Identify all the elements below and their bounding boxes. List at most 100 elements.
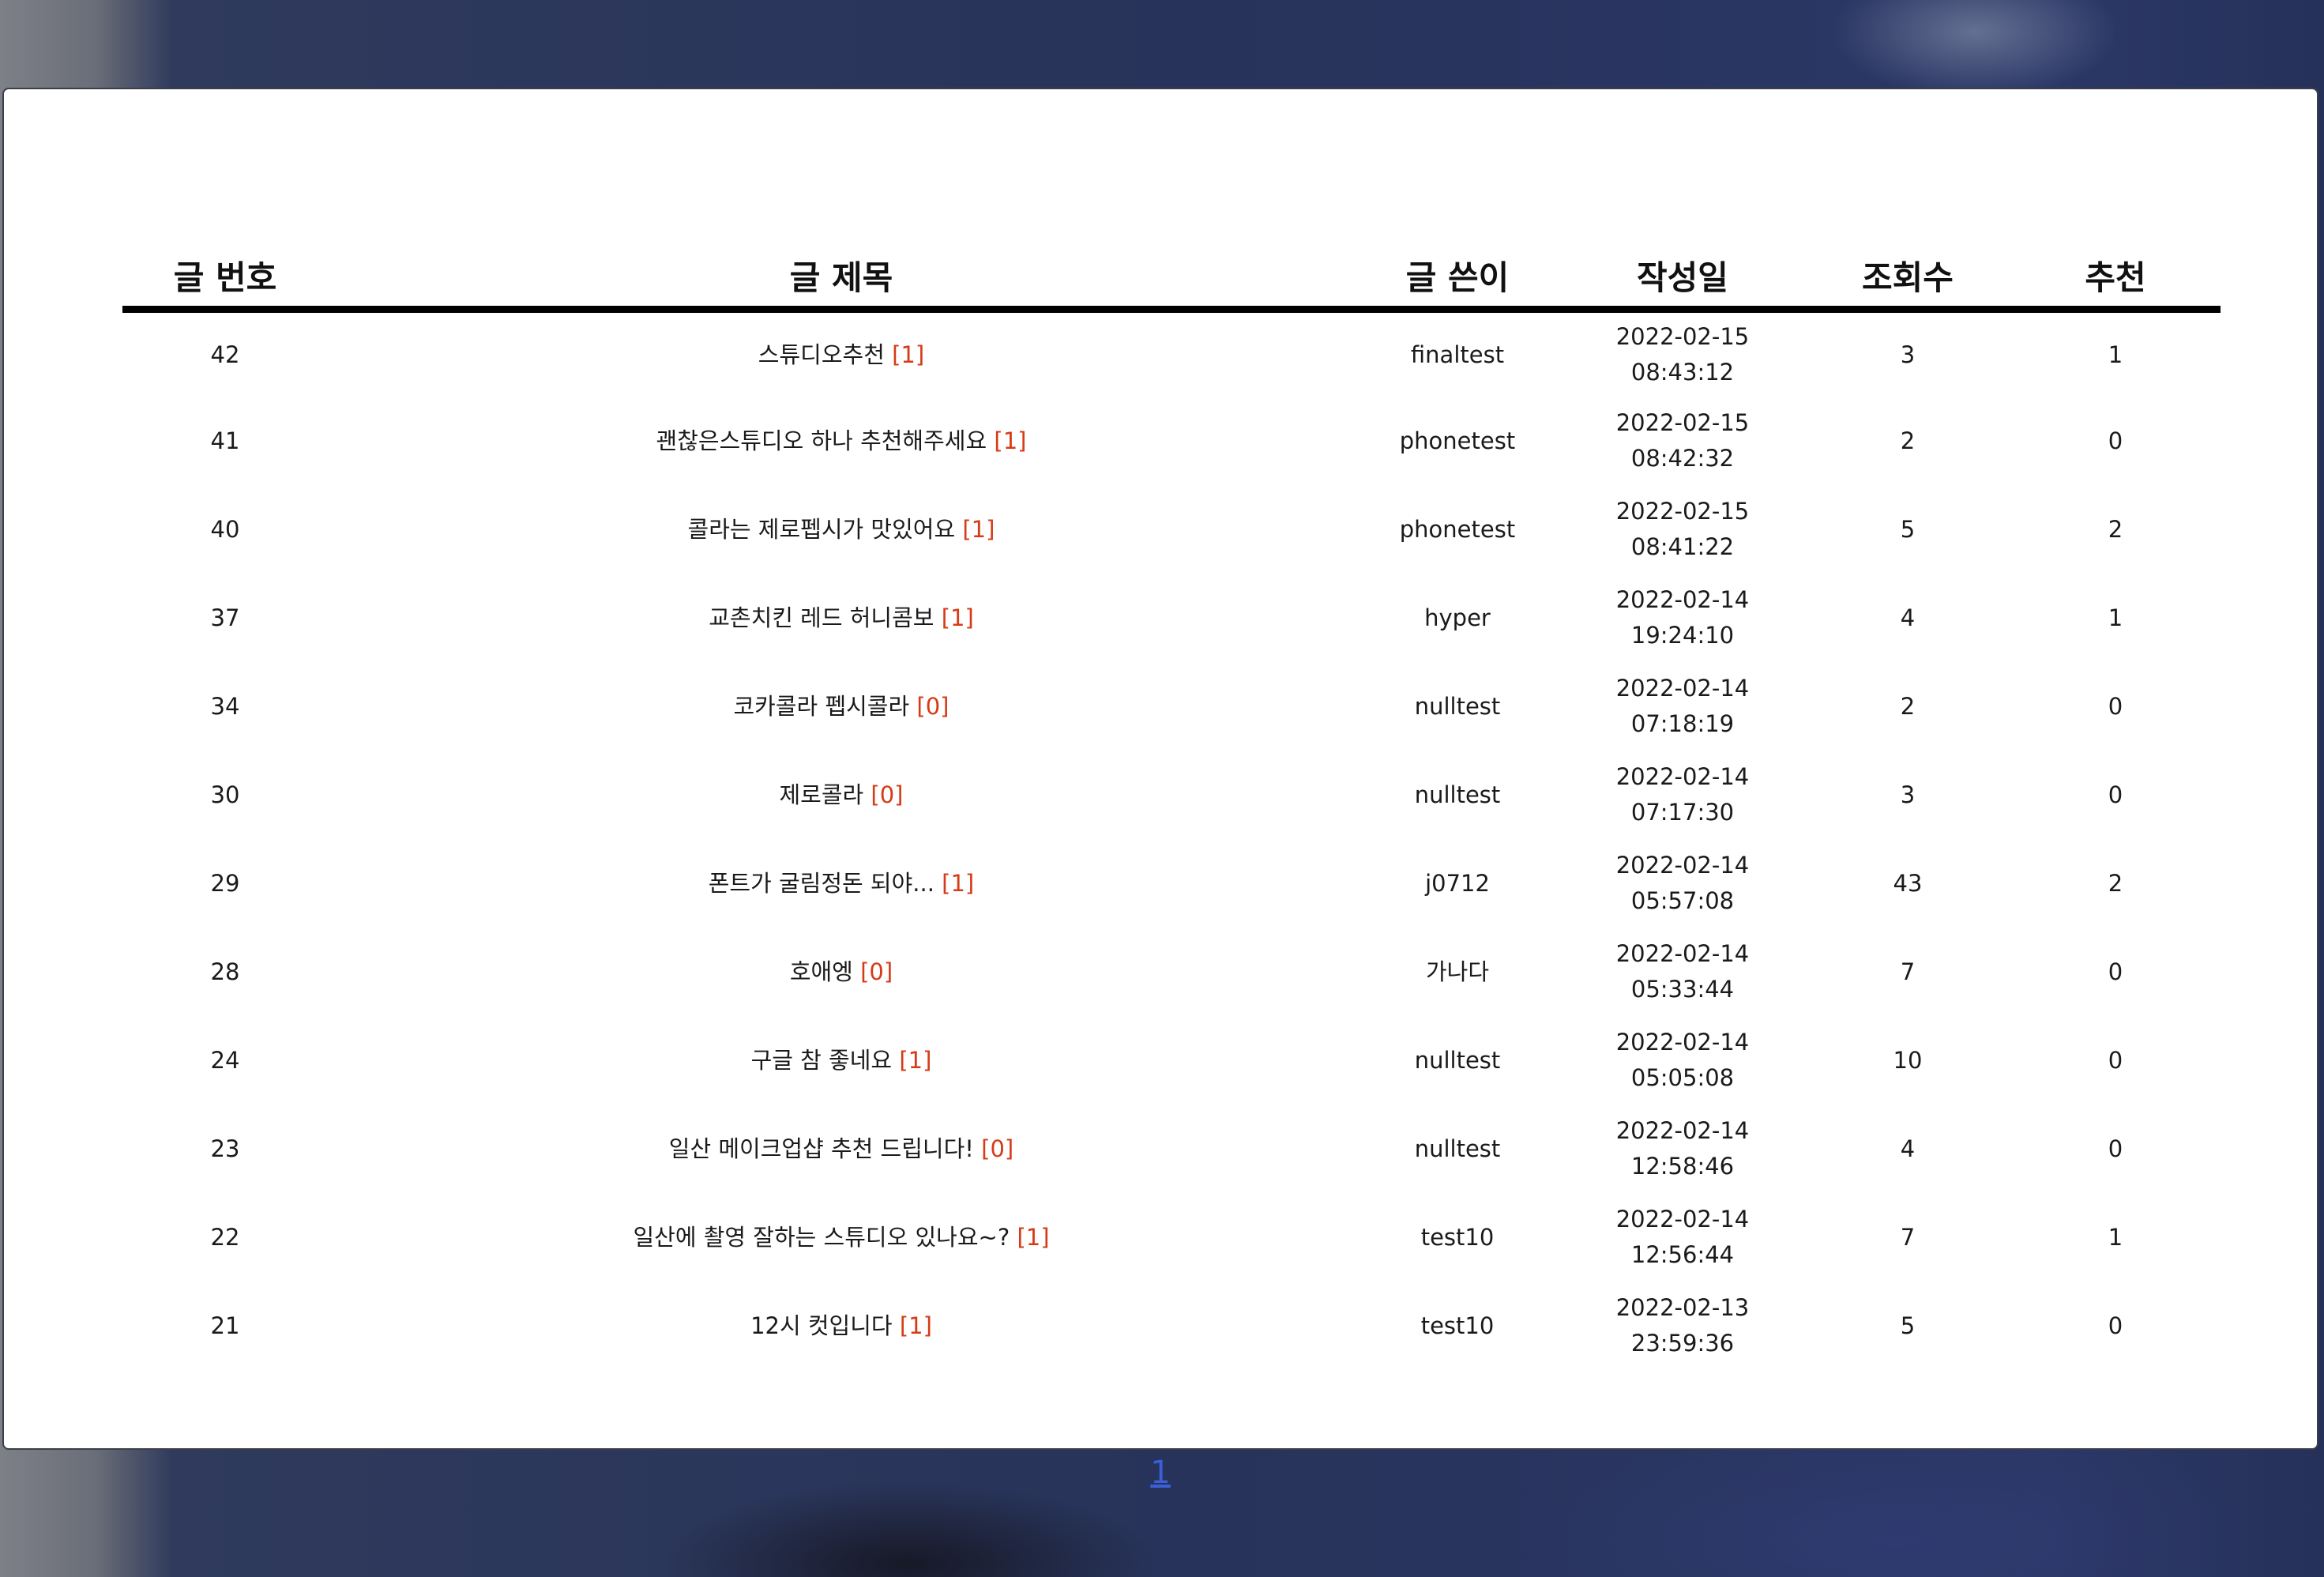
table-row[interactable]: 34 코카콜라 펩시콜라 [0] nulltest 2022-02-14 07:18:1…: [122, 662, 2221, 751]
table-row[interactable]: 37 교촌치킨 레드 허니콤보 [1] hyper 2022-02-14 19:24:1…: [122, 574, 2221, 662]
table-row[interactable]: 42 스튜디오추천 [1] finaltest 2022-02-15 08:43:12 3…: [122, 310, 2221, 397]
post-title-link[interactable]: 폰트가 굴림정돈 되야...: [709, 870, 934, 897]
post-time: 05:05:08: [1630, 1064, 1735, 1091]
post-title-link[interactable]: 스튜디오추천: [758, 341, 885, 368]
post-likes: 1: [2108, 341, 2123, 368]
table-row[interactable]: 41 괜찮은스튜디오 하나 추천해주세요 [1] phonetest 2022-02-…: [122, 397, 2221, 485]
post-title-cell: 폰트가 굴림정돈 되야... [1]: [328, 839, 1355, 928]
post-time: 07:18:19: [1630, 710, 1735, 737]
post-number: 42: [210, 341, 240, 368]
post-number: 30: [210, 781, 240, 808]
post-date-cell: 2022-02-15 08:43:12: [1560, 310, 1805, 397]
post-date: 2022-02-15: [1615, 409, 1750, 436]
post-date-cell: 2022-02-14 05:05:08: [1560, 1016, 1805, 1105]
post-title-cell: 괜찮은스튜디오 하나 추천해주세요 [1]: [328, 397, 1355, 485]
post-likes: 0: [2108, 427, 2123, 454]
post-title-cell: 12시 컷입니다 [1]: [328, 1282, 1355, 1370]
board-window: 글 번호 글 제목 글 쓴이 작성일 조회수 추천 42 스튜디오추천 [1] fi…: [2, 88, 2318, 1491]
post-likes: 2: [2108, 869, 2123, 897]
post-title-link[interactable]: 구글 참 좋네요: [751, 1047, 893, 1074]
post-title-cell: 구글 참 좋네요 [1]: [328, 1016, 1355, 1105]
post-number: 29: [210, 869, 240, 897]
post-title-link[interactable]: 12시 컷입니다: [750, 1312, 893, 1339]
column-header-author: 글 쓴이: [1355, 239, 1560, 313]
post-likes: 2: [2108, 515, 2123, 543]
post-date: 2022-02-13: [1615, 1294, 1750, 1321]
post-title-cell: 일산에 촬영 잘하는 스튜디오 있나요~? [1]: [328, 1193, 1355, 1282]
post-views: 2: [1900, 427, 1916, 454]
post-time: 12:58:46: [1630, 1153, 1735, 1180]
post-author: nulltest: [1414, 1135, 1501, 1162]
post-date-cell: 2022-02-14 07:17:30: [1560, 751, 1805, 839]
post-views: 3: [1900, 781, 1916, 808]
post-author: hyper: [1424, 604, 1491, 631]
post-likes: 0: [2108, 781, 2123, 808]
table-row[interactable]: 28 호애엥 [0] 가나다 2022-02-14 05:33:44 7 0: [122, 928, 2221, 1016]
post-time: 07:17:30: [1630, 799, 1735, 826]
page-link-1[interactable]: 1: [1150, 1455, 1170, 1491]
table-row[interactable]: 30 제로콜라 [0] nulltest 2022-02-14 07:17:30 3 0: [122, 751, 2221, 839]
post-views: 7: [1900, 1223, 1916, 1251]
comment-count: [1]: [1017, 1223, 1050, 1251]
post-title-link[interactable]: 교촌치킨 레드 허니콤보: [709, 604, 934, 631]
post-time: 08:43:12: [1630, 359, 1735, 386]
post-title-cell: 교촌치킨 레드 허니콤보 [1]: [328, 574, 1355, 662]
post-date: 2022-02-14: [1615, 1206, 1750, 1233]
post-title-link[interactable]: 코카콜라 펩시콜라: [734, 693, 910, 720]
post-likes: 0: [2108, 1135, 2123, 1162]
post-time: 05:33:44: [1630, 976, 1735, 1003]
post-views: 5: [1900, 1312, 1916, 1339]
post-number: 23: [210, 1135, 240, 1162]
table-header-row: 글 번호 글 제목 글 쓴이 작성일 조회수 추천: [122, 239, 2221, 313]
post-title-link[interactable]: 제로콜라: [779, 781, 863, 808]
post-title-link[interactable]: 콜라는 제로펩시가 맛있어요: [688, 516, 956, 543]
post-views: 4: [1900, 1135, 1916, 1162]
post-date-cell: 2022-02-14 12:58:46: [1560, 1105, 1805, 1193]
table-row[interactable]: 29 폰트가 굴림정돈 되야... [1] j0712 2022-02-14 05:57…: [122, 839, 2221, 928]
post-author: phonetest: [1399, 515, 1516, 543]
comment-count: [1]: [892, 341, 925, 368]
comment-count: [0]: [981, 1135, 1014, 1162]
post-author: 가나다: [1425, 958, 1490, 985]
table-row[interactable]: 23 일산 메이크업샵 추천 드립니다! [0] nulltest 2022-02-1…: [122, 1105, 2221, 1193]
post-likes: 1: [2108, 604, 2123, 631]
post-date: 2022-02-14: [1615, 1029, 1750, 1056]
table-row[interactable]: 40 콜라는 제로펩시가 맛있어요 [1] phonetest 2022-02-15 0…: [122, 485, 2221, 574]
post-likes: 0: [2108, 958, 2123, 985]
post-title-link[interactable]: 일산에 촬영 잘하는 스튜디오 있나요~?: [633, 1224, 1010, 1251]
post-date: 2022-02-15: [1615, 498, 1750, 525]
post-likes: 0: [2108, 1312, 2123, 1339]
post-number: 37: [210, 604, 240, 631]
table-row[interactable]: 24 구글 참 좋네요 [1] nulltest 2022-02-14 05:05:08…: [122, 1016, 2221, 1105]
post-likes: 0: [2108, 1046, 2123, 1074]
post-number: 41: [210, 427, 240, 454]
post-date-cell: 2022-02-14 05:57:08: [1560, 839, 1805, 928]
post-views: 4: [1900, 604, 1916, 631]
post-author: test10: [1420, 1223, 1495, 1251]
comment-count: [1]: [899, 1046, 932, 1074]
post-date-cell: 2022-02-13 23:59:36: [1560, 1282, 1805, 1370]
table-row[interactable]: 22 일산에 촬영 잘하는 스튜디오 있나요~? [1] test10 2022-02…: [122, 1193, 2221, 1282]
comment-count: [0]: [871, 781, 904, 808]
post-date-cell: 2022-02-14 12:56:44: [1560, 1193, 1805, 1282]
post-author: phonetest: [1399, 427, 1516, 454]
column-header-title: 글 제목: [328, 239, 1355, 313]
post-date-cell: 2022-02-15 08:41:22: [1560, 485, 1805, 574]
post-author: test10: [1420, 1312, 1495, 1339]
post-author: nulltest: [1414, 692, 1501, 720]
post-date-cell: 2022-02-15 08:42:32: [1560, 397, 1805, 485]
post-title-link[interactable]: 괜찮은스튜디오 하나 추천해주세요: [656, 427, 987, 454]
column-header-number: 글 번호: [122, 239, 328, 313]
post-title-link[interactable]: 일산 메이크업샵 추천 드립니다!: [669, 1135, 974, 1162]
post-likes: 1: [2108, 1223, 2123, 1251]
post-author: nulltest: [1414, 781, 1501, 808]
table-row[interactable]: 21 12시 컷입니다 [1] test10 2022-02-13 23:59:36 5 0: [122, 1282, 2221, 1370]
post-date-cell: 2022-02-14 07:18:19: [1560, 662, 1805, 751]
post-date: 2022-02-14: [1615, 940, 1750, 967]
post-number: 34: [210, 692, 240, 720]
comment-count: [0]: [916, 692, 950, 720]
post-title-link[interactable]: 호애엥: [790, 958, 853, 985]
comment-count: [1]: [899, 1312, 932, 1339]
post-views: 2: [1900, 692, 1916, 720]
post-date: 2022-02-14: [1615, 1117, 1750, 1144]
